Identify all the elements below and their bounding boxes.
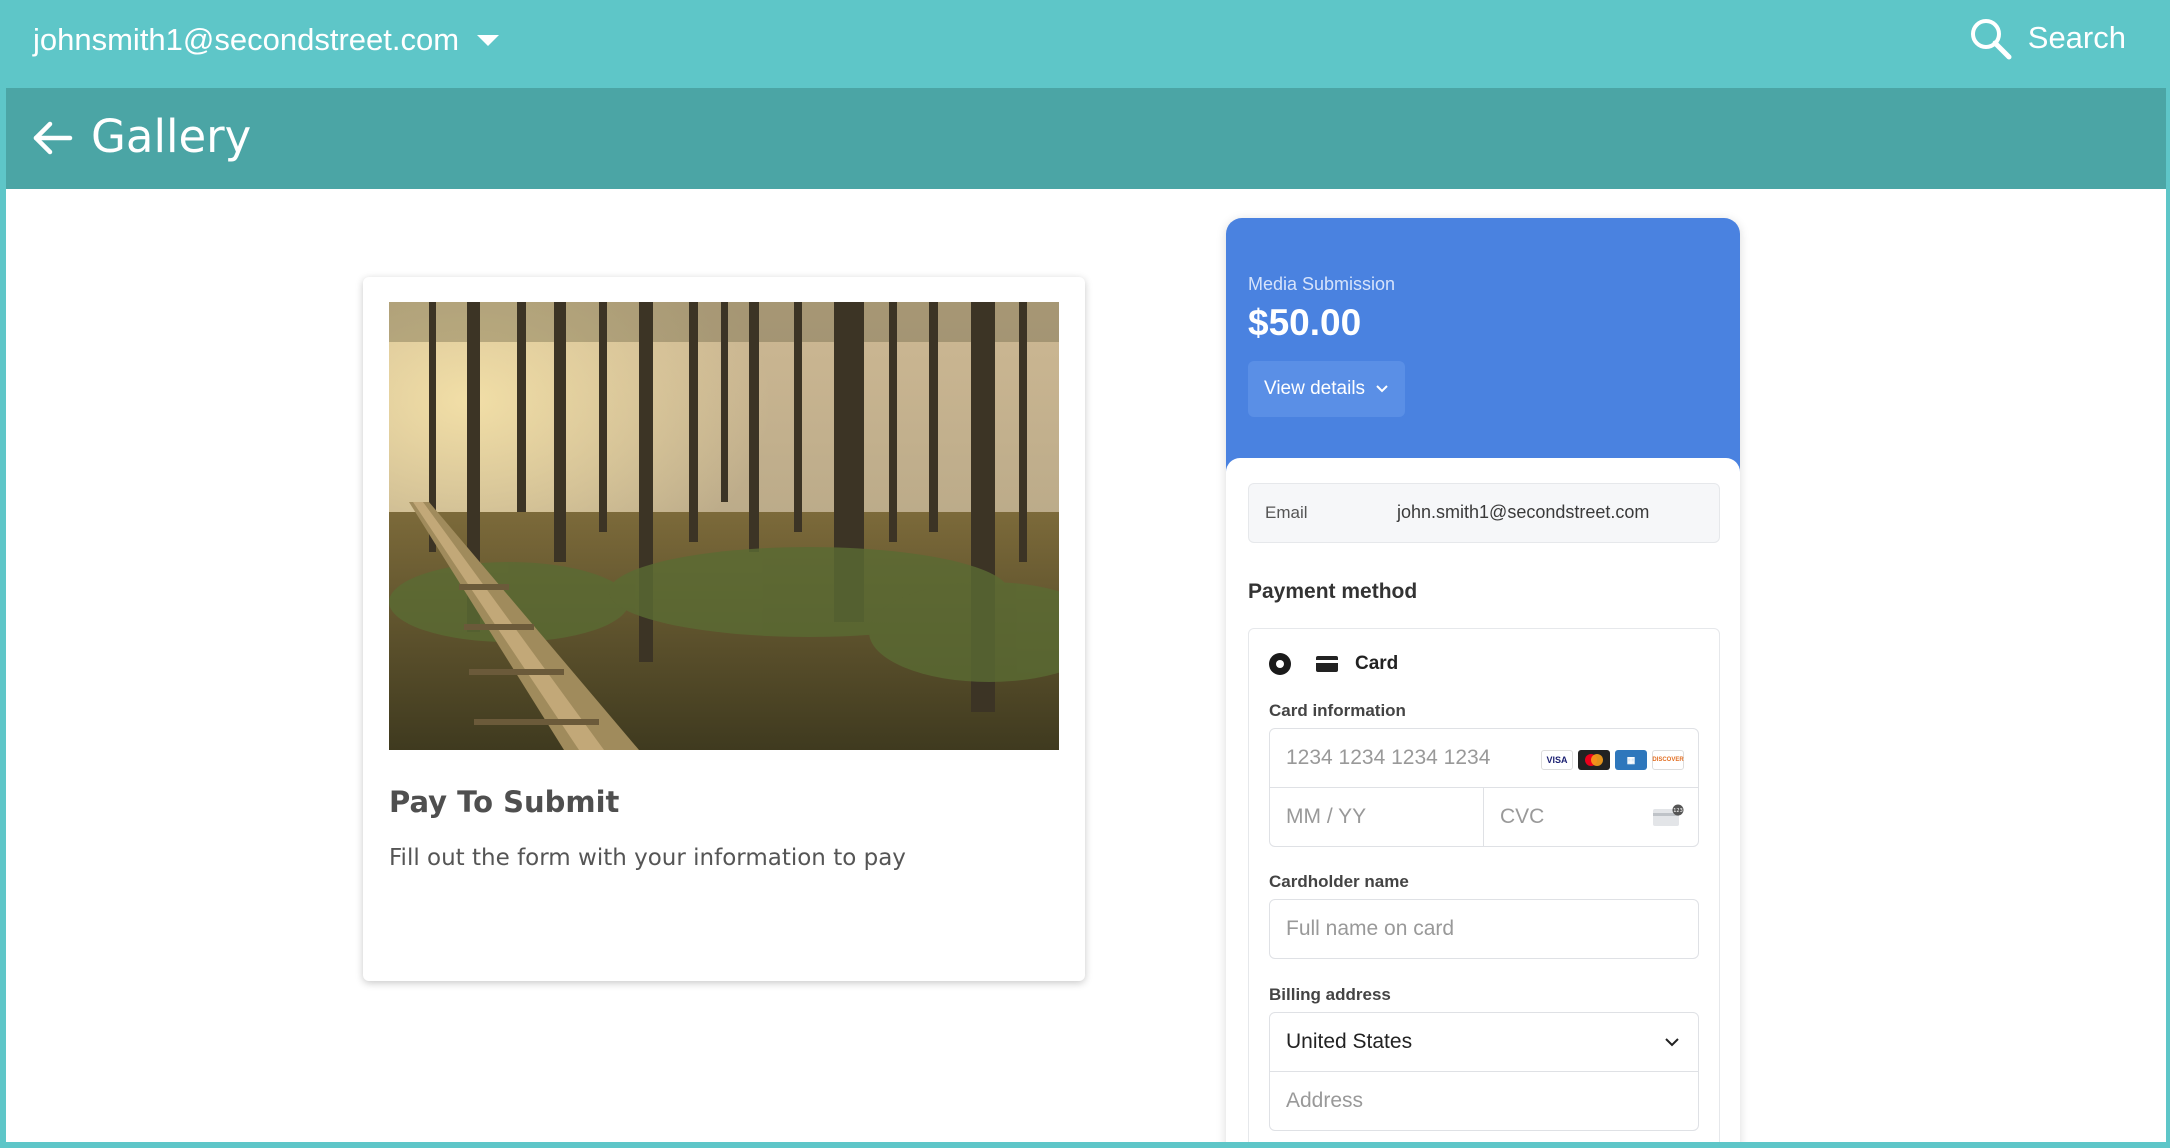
expiry-placeholder: MM / YY: [1286, 805, 1367, 828]
checkout-form: Email john.smith1@secondstreet.com Payme…: [1226, 458, 1740, 1142]
checkout-panel: Media Submission $50.00 View details Ema…: [1226, 218, 1740, 1142]
cardholder-label: Cardholder name: [1269, 872, 1409, 891]
expiry-input[interactable]: MM / YY: [1269, 787, 1484, 847]
billing-address-label: Billing address: [1269, 985, 1391, 1004]
country-select[interactable]: United States: [1269, 1012, 1699, 1072]
back-arrow-icon[interactable]: [26, 112, 78, 164]
search-button[interactable]: Search: [1968, 16, 2126, 60]
card-title: Pay To Submit: [389, 785, 620, 819]
page-header: Gallery: [6, 88, 2166, 189]
caret-down-icon: [477, 34, 500, 46]
card-description: Fill out the form with your information …: [389, 845, 906, 871]
account-email: johnsmith1@secondstreet.com: [33, 22, 460, 57]
payment-method-label: Payment method: [1248, 580, 1418, 603]
search-label: Search: [2027, 20, 2126, 55]
credit-card-icon: [1316, 656, 1338, 672]
contest-photo: [389, 302, 1059, 750]
visa-icon: VISA: [1541, 750, 1573, 770]
product-price: $50.00: [1248, 302, 1362, 343]
top-bar: johnsmith1@secondstreet.com Search: [0, 0, 2170, 88]
cvc-card-icon: 123: [1653, 804, 1684, 826]
card-option-label: Card: [1355, 653, 1399, 674]
cvc-placeholder: CVC: [1500, 805, 1545, 828]
country-value: United States: [1286, 1030, 1413, 1053]
card-number-input[interactable]: 1234 1234 1234 1234 VISA ▦ DISCOVER: [1269, 728, 1699, 788]
card-number-placeholder: 1234 1234 1234 1234: [1286, 746, 1491, 769]
page-title: Gallery: [91, 110, 252, 163]
main-content: Pay To Submit Fill out the form with you…: [6, 189, 2166, 1142]
amex-icon: ▦: [1615, 750, 1647, 770]
view-details-button[interactable]: View details: [1248, 361, 1406, 417]
cardholder-name-input[interactable]: Full name on card: [1269, 899, 1699, 959]
chevron-down-icon: [1376, 385, 1388, 393]
email-field[interactable]: Email john.smith1@secondstreet.com: [1248, 483, 1720, 543]
product-name: Media Submission: [1248, 274, 1396, 294]
email-value: john.smith1@secondstreet.com: [1397, 502, 1650, 522]
cardholder-placeholder: Full name on card: [1286, 917, 1455, 940]
checkout-header: Media Submission $50.00 View details: [1226, 218, 1740, 478]
account-menu[interactable]: johnsmith1@secondstreet.com: [33, 22, 500, 58]
address-input[interactable]: Address: [1269, 1071, 1699, 1131]
address-placeholder: Address: [1286, 1089, 1364, 1112]
card-radio[interactable]: [1269, 653, 1291, 675]
mastercard-icon: [1578, 750, 1610, 770]
cvc-input[interactable]: CVC 123: [1483, 787, 1699, 847]
card-info-label: Card information: [1269, 701, 1406, 720]
view-details-label: View details: [1264, 378, 1366, 399]
svg-text:123: 123: [1673, 808, 1683, 814]
search-icon: [1970, 19, 2012, 60]
chevron-down-icon: [1665, 1038, 1679, 1047]
payment-method-card: Card Card information 1234 1234 1234 123…: [1248, 628, 1720, 1142]
card-brands: VISA ▦ DISCOVER: [1541, 750, 1684, 770]
contest-card: Pay To Submit Fill out the form with you…: [363, 277, 1085, 981]
email-label: Email: [1265, 503, 1308, 522]
discover-icon: DISCOVER: [1652, 750, 1684, 770]
